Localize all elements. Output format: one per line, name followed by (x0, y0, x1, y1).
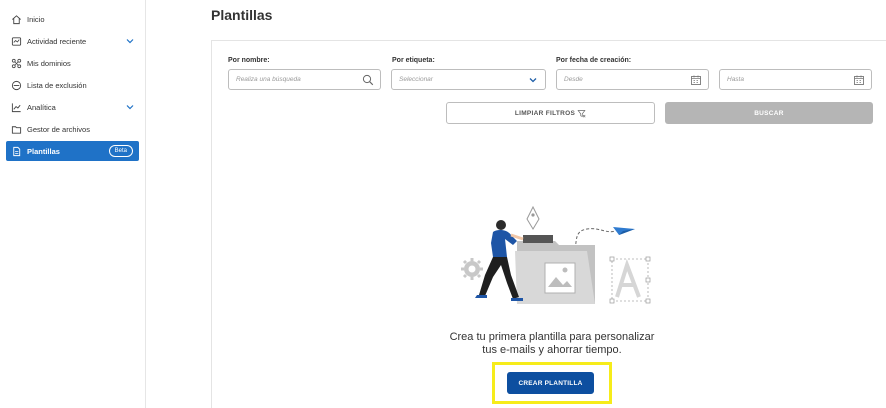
sidebar-item-label: Gestor de archivos (27, 124, 90, 134)
sidebar-item-inicio[interactable]: Inicio (6, 8, 139, 30)
home-icon (10, 13, 22, 25)
sidebar-item-lista-exclusion[interactable]: Lista de exclusión (6, 74, 139, 96)
sidebar-item-label: Plantillas (27, 146, 60, 156)
name-filter-label: Por nombre: (228, 57, 270, 64)
template-icon (10, 145, 22, 157)
create-template-button[interactable]: CREAR PLANTILLA (507, 372, 594, 394)
search-icon[interactable] (362, 74, 374, 86)
sidebar-item-label: Analítica (27, 102, 56, 112)
page-title: Plantillas (211, 7, 273, 23)
date-to-field[interactable]: Hasta (719, 69, 872, 90)
sidebar-item-actividad-reciente[interactable]: Actividad reciente (6, 30, 139, 52)
search-button[interactable]: BUSCAR (665, 102, 873, 124)
tag-filter-label: Por etiqueta: (392, 57, 435, 64)
app-window: Inicio Actividad reciente Mis dominios L… (0, 0, 886, 408)
domains-icon (10, 57, 22, 69)
chevron-down-icon[interactable] (527, 74, 539, 86)
calendar-icon[interactable] (853, 74, 865, 86)
folder-icon (10, 123, 22, 135)
sidebar: Inicio Actividad reciente Mis dominios L… (0, 0, 146, 408)
sidebar-item-mis-dominios[interactable]: Mis dominios (6, 52, 139, 74)
chevron-down-icon[interactable] (125, 102, 135, 112)
sidebar-item-plantillas[interactable]: Plantillas Beta (6, 141, 139, 161)
sidebar-item-label: Actividad reciente (27, 36, 87, 46)
block-icon (10, 79, 22, 91)
templates-panel: Por nombre: Realiza una búsqueda Por eti… (211, 40, 886, 408)
calendar-icon[interactable] (690, 74, 702, 86)
sidebar-item-analitica[interactable]: Analítica (6, 96, 139, 118)
gear-icon (461, 258, 483, 280)
sidebar-item-gestor-archivos[interactable]: Gestor de archivos (6, 118, 139, 140)
tag-select[interactable]: Seleccionar (391, 69, 546, 90)
search-input[interactable]: Realiza una búsqueda (228, 69, 381, 90)
sidebar-item-label: Inicio (27, 14, 45, 24)
date-from-field[interactable]: Desde (556, 69, 709, 90)
sidebar-item-label: Mis dominios (27, 58, 71, 68)
chart-icon (10, 101, 22, 113)
date-filter-label: Por fecha de creación: (556, 57, 632, 64)
empty-state-illustration (461, 205, 651, 304)
sidebar-item-label: Lista de exclusión (27, 80, 87, 90)
activity-icon (10, 35, 22, 47)
chevron-down-icon[interactable] (125, 36, 135, 46)
clear-filters-button[interactable]: LIMPIAR FILTROS (446, 102, 655, 124)
beta-badge: Beta (108, 145, 133, 157)
filter-clear-icon (577, 109, 586, 117)
empty-state-message: Crea tu primera plantilla para personali… (449, 331, 655, 356)
